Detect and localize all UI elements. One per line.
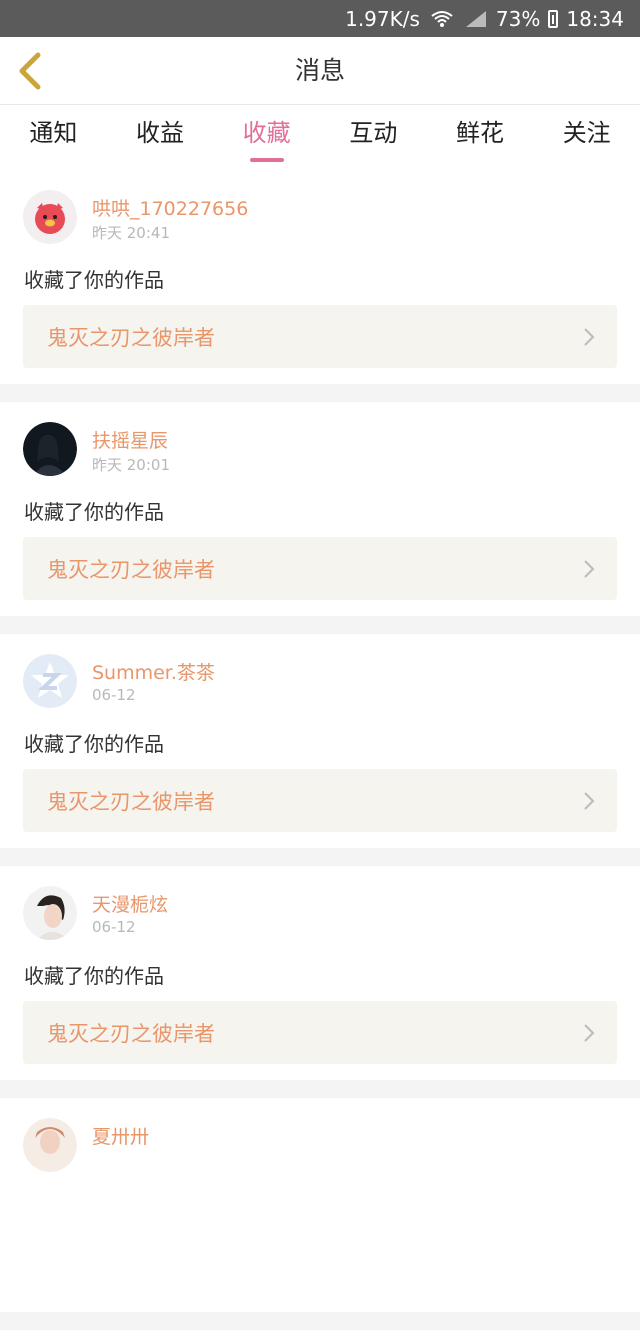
tab-bar: 通知 收益 收藏 互动 鲜花 关注 (0, 105, 640, 170)
message-card: 天漫栀炫 06-12 收藏了你的作品 鬼灭之刃之彼岸者 (0, 866, 640, 1080)
avatar[interactable] (23, 190, 77, 244)
action-text: 收藏了你的作品 (24, 964, 164, 988)
work-link[interactable]: 鬼灭之刃之彼岸者 (23, 305, 617, 368)
timestamp: 昨天 20:41 (92, 224, 170, 242)
chevron-right-icon (584, 792, 595, 810)
wifi-icon (431, 10, 453, 27)
tab-notifications[interactable]: 通知 (0, 105, 107, 170)
clock: 18:34 (566, 6, 624, 31)
status-bar: 1.97K/s 73% 18:34 (0, 0, 640, 37)
default-z-avatar-icon (23, 654, 77, 708)
chevron-right-icon (584, 560, 595, 578)
tab-following[interactable]: 关注 (533, 105, 640, 170)
tab-earnings[interactable]: 收益 (107, 105, 214, 170)
signal-icon (465, 10, 486, 27)
pink-pig-avatar-icon (23, 190, 77, 244)
battery-percent: 73% (495, 6, 541, 31)
message-card: 哄哄_170227656 昨天 20:41 收藏了你的作品 鬼灭之刃之彼岸者 (0, 170, 640, 384)
avatar[interactable] (23, 422, 77, 476)
avatar[interactable] (23, 886, 77, 940)
work-link[interactable]: 鬼灭之刃之彼岸者 (23, 769, 617, 832)
header: 消息 (0, 37, 640, 105)
timestamp: 06-12 (92, 686, 136, 704)
work-link[interactable]: 鬼灭之刃之彼岸者 (23, 1001, 617, 1064)
timestamp: 昨天 20:01 (92, 456, 170, 474)
network-speed: 1.97K/s (345, 6, 420, 31)
work-title: 鬼灭之刃之彼岸者 (47, 325, 215, 350)
action-text: 收藏了你的作品 (24, 500, 164, 524)
avatar[interactable] (23, 1118, 77, 1172)
battery-icon (548, 9, 559, 28)
timestamp: 06-12 (92, 918, 136, 936)
username[interactable]: Summer.茶茶 (92, 658, 215, 685)
back-arrow-icon[interactable] (14, 51, 50, 91)
avatar[interactable] (23, 654, 77, 708)
work-title: 鬼灭之刃之彼岸者 (47, 1021, 215, 1046)
work-title: 鬼灭之刃之彼岸者 (47, 557, 215, 582)
message-card: Summer.茶茶 06-12 收藏了你的作品 鬼灭之刃之彼岸者 (0, 634, 640, 848)
tab-favorites[interactable]: 收藏 (213, 105, 320, 170)
username[interactable]: 哄哄_170227656 (92, 194, 248, 221)
girl-portrait-avatar-icon (23, 886, 77, 940)
username[interactable]: 天漫栀炫 (92, 890, 168, 917)
dark-portrait-avatar-icon (23, 422, 77, 476)
username[interactable]: 夏卅卅 (92, 1122, 149, 1149)
page-title: 消息 (294, 56, 345, 85)
work-link[interactable]: 鬼灭之刃之彼岸者 (23, 537, 617, 600)
message-card: 扶摇星辰 昨天 20:01 收藏了你的作品 鬼灭之刃之彼岸者 (0, 402, 640, 616)
action-text: 收藏了你的作品 (24, 268, 164, 292)
partial-avatar-icon (23, 1118, 77, 1172)
tab-flowers[interactable]: 鲜花 (427, 105, 534, 170)
action-text: 收藏了你的作品 (24, 732, 164, 756)
message-list: 哄哄_170227656 昨天 20:41 收藏了你的作品 鬼灭之刃之彼岸者 扶… (0, 170, 640, 1330)
chevron-right-icon (584, 1024, 595, 1042)
message-card: 夏卅卅 (0, 1098, 640, 1312)
work-title: 鬼灭之刃之彼岸者 (47, 789, 215, 814)
chevron-right-icon (584, 328, 595, 346)
tab-interactions[interactable]: 互动 (320, 105, 427, 170)
username[interactable]: 扶摇星辰 (92, 426, 168, 453)
